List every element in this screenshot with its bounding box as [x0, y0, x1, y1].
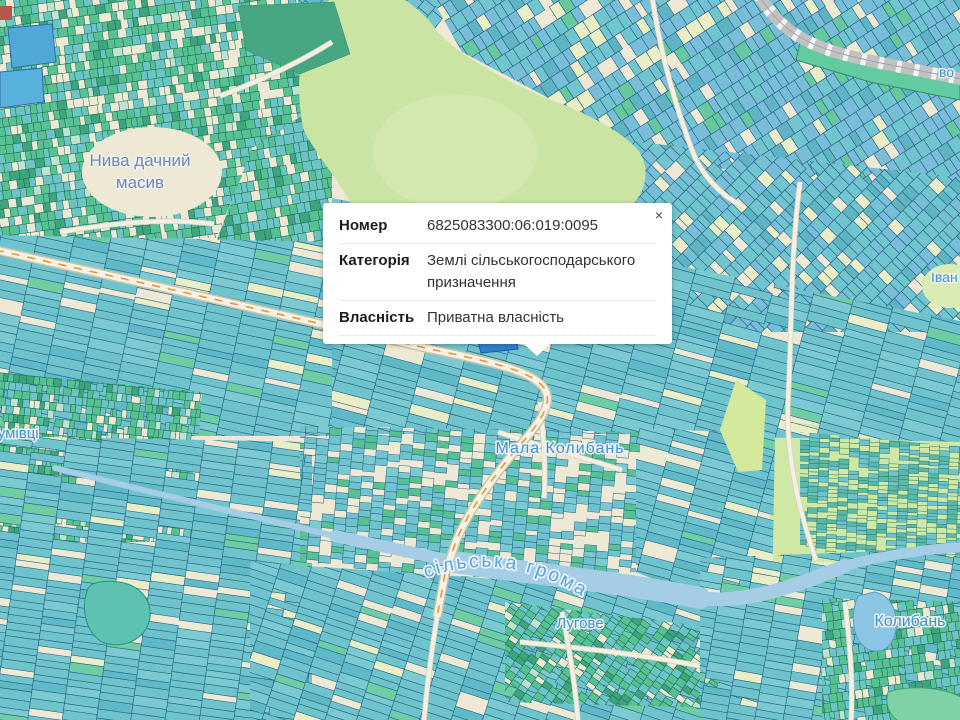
pond	[887, 688, 960, 720]
cadastral-map-view[interactable]: Нива дачний масив Шумівці Мала Колибань …	[0, 0, 960, 720]
popup-row-number: Номер 6825083300:06:019:0095	[339, 209, 656, 244]
place-label-kolyban: Колибань	[874, 613, 945, 630]
field-label: Власність	[339, 307, 427, 329]
map-art-layer	[0, 0, 960, 720]
place-label-nyva-dachnyi: Нива дачний	[89, 151, 190, 170]
popup-tail	[524, 344, 550, 356]
field-value: Землі сільськогосподарського призначення	[427, 250, 656, 294]
field-value: 6825083300:06:019:0095	[427, 215, 656, 237]
popup-row-ownership: Власність Приватна власність	[339, 301, 656, 336]
parcel-info-popup: × Номер 6825083300:06:019:0095 Категорія…	[323, 203, 672, 344]
popup-row-category: Категорія Землі сільськогосподарського п…	[339, 244, 656, 301]
place-label-nyva-dachnyi-2: масив	[116, 173, 164, 192]
pond	[84, 581, 150, 644]
place-label-ivan-partial: Іван	[931, 269, 958, 285]
close-icon[interactable]: ×	[651, 205, 667, 225]
field-value: Приватна власність	[427, 307, 656, 329]
place-label-vo-partial: во	[939, 64, 954, 80]
place-label-shumivtsi: Шумівці	[0, 425, 39, 442]
place-label-luhove: Лугове	[556, 615, 603, 632]
place-label-mala-kolyban: Мала Колибань	[495, 440, 624, 457]
field-label: Категорія	[339, 250, 427, 294]
field-label: Номер	[339, 215, 427, 237]
cadastral-map[interactable]: Нива дачний масив Шумівці Мала Колибань …	[0, 0, 960, 720]
